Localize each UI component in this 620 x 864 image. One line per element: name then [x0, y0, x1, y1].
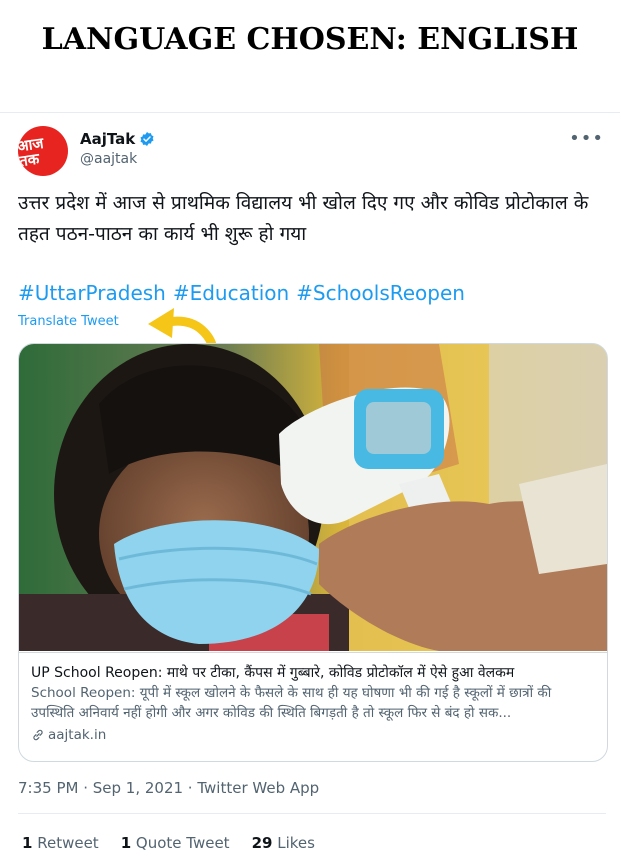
quote-tweets-stat[interactable]: 1 Quote Tweet	[121, 834, 230, 852]
tweet-text: उत्तर प्रदेश में आज से प्राथमिक विद्यालय…	[18, 192, 589, 245]
card-title: UP School Reopen: माथे पर टीका, कैंपस मे…	[31, 665, 515, 681]
account-name[interactable]: AajTak	[80, 130, 135, 148]
account-handle[interactable]: @aajtak	[80, 151, 137, 167]
avatar[interactable]: आज तक	[18, 126, 68, 176]
card-domain: aajtak.in	[48, 727, 107, 743]
likes-count: 29	[251, 834, 273, 852]
hashtags: #UttarPradesh #Education #SchoolsReopen	[18, 281, 465, 305]
translate-tweet-link[interactable]: Translate Tweet	[18, 314, 119, 329]
quote-tweets-count: 1	[120, 834, 132, 852]
retweets-label: Retweet	[37, 834, 99, 852]
avatar-logo-text: आज तक	[18, 133, 45, 171]
card-description: School Reopen: यूपी में स्कूल खोलने के फ…	[31, 685, 552, 721]
link-icon	[33, 729, 43, 741]
tweet-stats: 1 Retweet 1 Quote Tweet 29 Likes	[22, 834, 315, 852]
verified-badge-icon	[140, 132, 154, 146]
likes-label: Likes	[277, 834, 315, 852]
tweet-timestamp[interactable]: 7:35 PM · Sep 1, 2021 · Twitter Web App	[18, 779, 319, 797]
stats-divider	[18, 813, 606, 814]
likes-stat[interactable]: 29 Likes	[252, 834, 315, 852]
article-photo	[19, 344, 607, 651]
link-preview-card[interactable]: UP School Reopen: माथे पर टीका, कैंपस मे…	[18, 343, 608, 762]
card-domain-row: aajtak.in	[31, 727, 595, 743]
retweets-count: 1	[22, 834, 33, 852]
card-text: UP School Reopen: माथे पर टीका, कैंपस मे…	[19, 652, 607, 743]
quote-tweets-label: Quote Tweet	[135, 834, 230, 852]
top-divider	[0, 112, 620, 113]
hashtag-link[interactable]: #SchoolsReopen	[296, 281, 465, 305]
more-icon[interactable]: •••	[569, 128, 604, 149]
account-name-row[interactable]: AajTak	[80, 130, 155, 148]
language-banner: LANGUAGE CHOSEN: ENGLISH	[41, 22, 579, 57]
retweets-stat[interactable]: 1 Retweet	[22, 834, 99, 852]
